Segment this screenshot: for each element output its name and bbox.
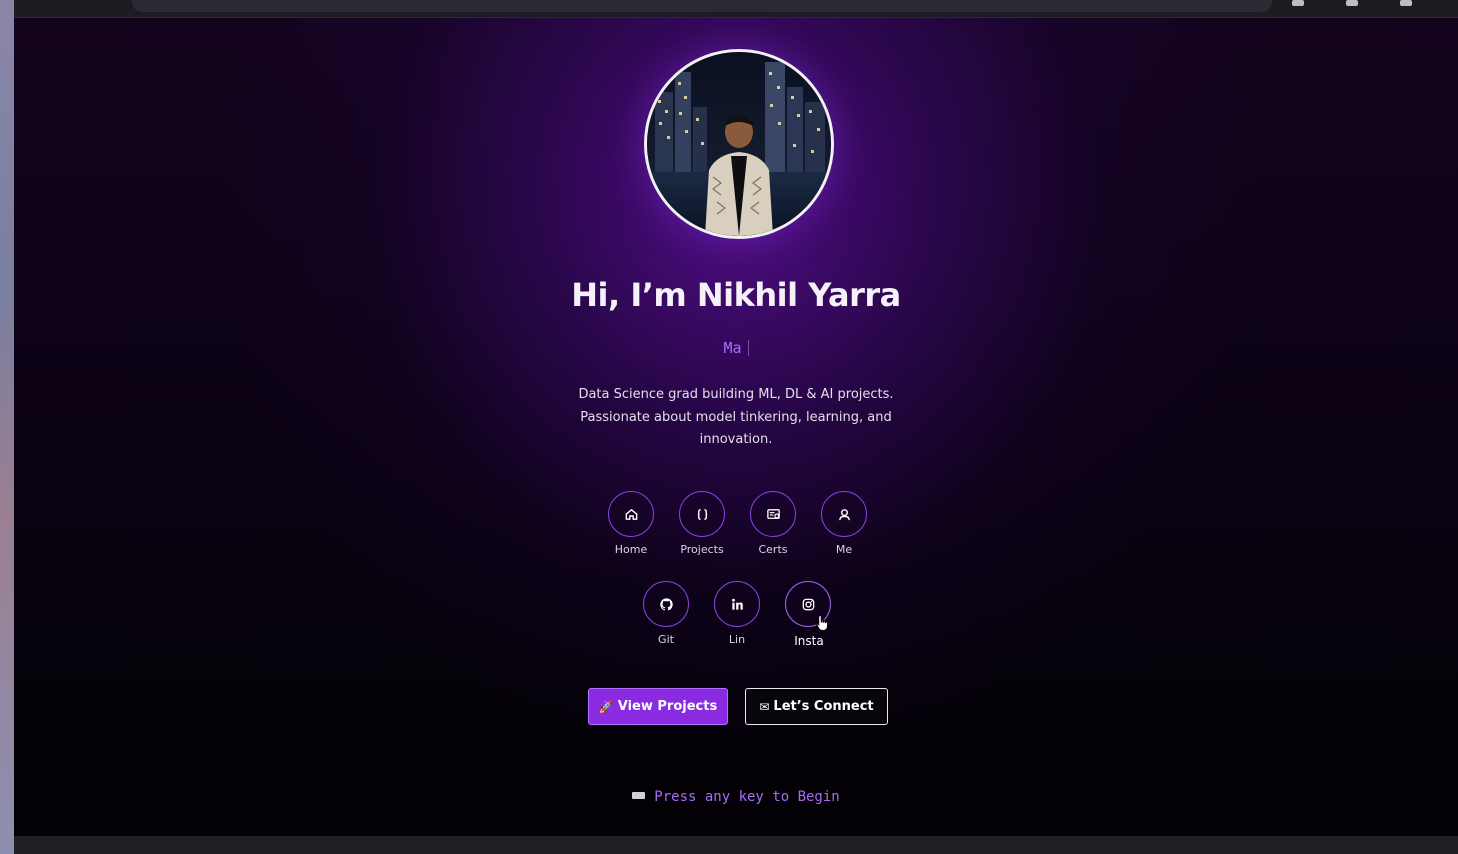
browser-toolbar — [14, 0, 1458, 18]
intro-description: Data Science grad building ML, DL & AI p… — [578, 387, 894, 447]
social-linkedin-label: Lin — [728, 633, 746, 646]
code-braces-icon — [697, 508, 707, 520]
social-linkedin-button[interactable] — [714, 581, 760, 627]
nav-certs-button[interactable] — [750, 491, 796, 537]
instagram-icon — [802, 598, 814, 610]
keyboard-icon — [632, 792, 646, 799]
social-github-button[interactable] — [643, 581, 689, 627]
social-github-label: Git — [658, 633, 674, 646]
lets-connect-label: Let’s Connect — [773, 699, 874, 714]
lets-connect-button[interactable]: ✉ Let’s Connect — [745, 688, 888, 725]
certificate-icon — [766, 508, 780, 519]
nav-me-button[interactable] — [821, 491, 867, 537]
nav-projects-label: Projects — [680, 543, 724, 556]
hand-cursor-icon — [816, 614, 828, 631]
press-key-text: Press any key to Begin — [654, 789, 840, 805]
typing-cursor — [747, 340, 749, 356]
menu-icon[interactable] — [1400, 0, 1412, 6]
home-icon — [625, 508, 637, 520]
portfolio-page: Hi, I’m Nikhil Yarra Ma Data Science gra… — [14, 18, 1458, 836]
user-icon — [838, 508, 850, 520]
typing-text: Ma — [723, 339, 742, 357]
github-icon — [659, 597, 673, 610]
envelope-icon: ✉ — [759, 699, 770, 714]
press-key-prompt: Press any key to Begin — [14, 789, 1458, 805]
nav-home-button[interactable] — [608, 491, 654, 537]
typing-role-text: Ma — [14, 339, 1458, 357]
nav-certs-label: Certs — [758, 543, 788, 556]
app-window: Hi, I’m Nikhil Yarra Ma Data Science gra… — [0, 0, 1458, 854]
linkedin-icon — [731, 598, 743, 610]
desktop-edge — [0, 0, 14, 854]
address-bar[interactable] — [132, 0, 1272, 12]
profile-icon[interactable] — [1346, 0, 1358, 6]
profile-photo — [647, 52, 831, 236]
social-instagram-label: Insta — [794, 634, 824, 648]
view-projects-label: View Projects — [617, 699, 718, 714]
bottom-bar — [14, 836, 1458, 854]
nav-projects-button[interactable] — [679, 491, 725, 537]
nav-me-label: Me — [835, 543, 853, 556]
avatar — [644, 49, 834, 239]
extensions-icon[interactable] — [1292, 0, 1304, 6]
page-title: Hi, I’m Nikhil Yarra — [571, 276, 901, 314]
nav-home-label: Home — [614, 543, 648, 556]
rocket-icon: 🚀 — [598, 699, 614, 714]
view-projects-button[interactable]: 🚀 View Projects — [588, 688, 728, 725]
